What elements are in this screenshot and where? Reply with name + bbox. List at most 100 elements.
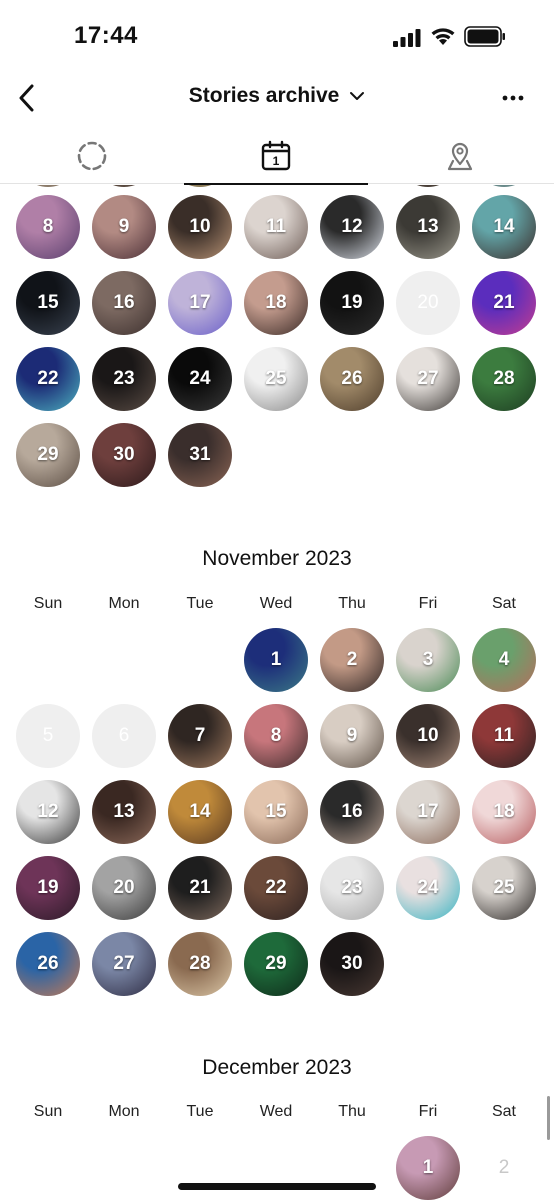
day-number: 17 <box>189 292 211 313</box>
day-number: 29 <box>37 444 59 465</box>
story-day-thumbnail[interactable]: 29 <box>16 423 80 487</box>
day-number: 11 <box>493 725 515 746</box>
story-day-thumbnail[interactable]: 10 <box>396 704 460 768</box>
story-day-thumbnail[interactable]: 31 <box>168 423 232 487</box>
story-day-thumbnail[interactable]: 1 <box>396 1136 460 1200</box>
story-day-thumbnail[interactable]: 25 <box>472 856 536 920</box>
story-day-thumbnail[interactable]: 15 <box>244 780 308 844</box>
story-day-thumbnail[interactable]: 14 <box>168 780 232 844</box>
more-options-button[interactable] <box>498 84 528 112</box>
page-title: Stories archive <box>188 84 340 107</box>
calendar-cell: 2 <box>314 622 390 698</box>
story-day-thumbnail[interactable]: 16 <box>92 271 156 335</box>
story-day-thumbnail[interactable]: 18 <box>244 271 308 335</box>
story-day-thumbnail[interactable]: 12 <box>16 780 80 844</box>
day-number: 20 <box>417 292 439 313</box>
story-day-thumbnail[interactable]: 25 <box>244 347 308 411</box>
story-day-thumbnail[interactable]: 11 <box>472 704 536 768</box>
archive-title-dropdown[interactable]: Stories archive <box>0 84 554 108</box>
story-day-thumbnail[interactable]: 19 <box>16 856 80 920</box>
story-day-thumbnail[interactable]: 14 <box>472 195 536 259</box>
story-day-thumbnail[interactable]: 24 <box>168 347 232 411</box>
calendar-cell: 30 <box>86 417 162 493</box>
day-number: 4 <box>498 649 510 670</box>
story-day-thumbnail[interactable]: 19 <box>320 271 384 335</box>
calendar-cell: 17 <box>390 774 466 850</box>
story-day-thumbnail[interactable]: 26 <box>16 932 80 996</box>
story-day-thumbnail[interactable]: 15 <box>16 271 80 335</box>
story-day-thumbnail[interactable]: 3 <box>396 628 460 692</box>
story-day-thumbnail[interactable]: 24 <box>396 856 460 920</box>
weekday-label: Tue <box>186 595 214 612</box>
story-day-thumbnail[interactable]: 30 <box>320 932 384 996</box>
day-number: 22 <box>37 368 59 389</box>
dashed-circle-icon <box>77 141 107 171</box>
story-day-thumbnail[interactable]: 27 <box>92 932 156 996</box>
calendar-day: 2 <box>472 1136 536 1200</box>
story-day-thumbnail[interactable]: 11 <box>244 195 308 259</box>
calendar-scroll-area[interactable]: 8 9 10 11 12 13 14 15 16 17 18 19 20 21 22 23 24 25 26 27 28… <box>0 185 554 1200</box>
story-day-thumbnail[interactable]: 28 <box>168 932 232 996</box>
story-day-thumbnail[interactable]: 27 <box>396 347 460 411</box>
archive-tabs: 1 <box>0 128 554 185</box>
calendar-day: 20 <box>396 271 460 335</box>
story-day-thumbnail[interactable]: 8 <box>244 704 308 768</box>
story-day-thumbnail[interactable]: 16 <box>320 780 384 844</box>
day-number: 1 <box>422 1157 434 1178</box>
calendar-cell: 10 <box>162 189 238 265</box>
tab-stories[interactable] <box>0 128 184 184</box>
chevron-down-icon <box>350 92 365 101</box>
calendar-cell: 1 <box>390 1130 466 1200</box>
story-day-thumbnail[interactable]: 9 <box>320 704 384 768</box>
story-day-thumbnail[interactable]: 28 <box>472 347 536 411</box>
weekday-label: Fri <box>418 1103 438 1120</box>
calendar-cell: 6 <box>86 698 162 774</box>
story-day-thumbnail[interactable]: 23 <box>92 347 156 411</box>
story-day-thumbnail[interactable]: 10 <box>168 195 232 259</box>
day-number: 10 <box>417 725 439 746</box>
calendar-cell: 31 <box>162 417 238 493</box>
story-day-thumbnail[interactable]: 20 <box>92 856 156 920</box>
day-number: 11 <box>265 216 287 237</box>
calendar-cell: 9 <box>86 189 162 265</box>
calendar-cell: 21 <box>466 265 542 341</box>
story-day-thumbnail[interactable]: 21 <box>472 271 536 335</box>
story-day-thumbnail[interactable]: 13 <box>396 195 460 259</box>
calendar-cell: 15 <box>10 265 86 341</box>
story-day-thumbnail[interactable]: 21 <box>168 856 232 920</box>
story-day-thumbnail[interactable]: 17 <box>396 780 460 844</box>
story-day-thumbnail[interactable]: 23 <box>320 856 384 920</box>
story-day-thumbnail[interactable]: 30 <box>92 423 156 487</box>
story-day-thumbnail[interactable]: 18 <box>472 780 536 844</box>
calendar-cell: 27 <box>86 926 162 1002</box>
story-day-thumbnail[interactable]: 26 <box>320 347 384 411</box>
calendar-cell: 28 <box>162 926 238 1002</box>
story-day-thumbnail[interactable]: 17 <box>168 271 232 335</box>
day-number: 9 <box>346 725 358 746</box>
story-day-thumbnail[interactable]: 13 <box>92 780 156 844</box>
story-day-thumbnail[interactable]: 7 <box>168 704 232 768</box>
tab-calendar[interactable]: 1 <box>184 128 368 185</box>
calendar-cell: 24 <box>162 341 238 417</box>
day-number: 7 <box>194 725 206 746</box>
story-day-thumbnail[interactable]: 9 <box>92 195 156 259</box>
story-day-thumbnail[interactable]: 8 <box>16 195 80 259</box>
day-number: 26 <box>37 953 59 974</box>
calendar-cell: 12 <box>314 189 390 265</box>
story-day-thumbnail[interactable]: 29 <box>244 932 308 996</box>
story-day-thumbnail[interactable]: 2 <box>320 628 384 692</box>
calendar-cell: 13 <box>86 774 162 850</box>
calendar-cell: 8 <box>10 189 86 265</box>
story-day-thumbnail[interactable]: 22 <box>16 347 80 411</box>
story-day-thumbnail[interactable]: 4 <box>472 628 536 692</box>
tab-map[interactable] <box>368 128 552 184</box>
story-day-thumbnail[interactable]: 22 <box>244 856 308 920</box>
story-day-thumbnail[interactable]: 1 <box>244 628 308 692</box>
day-number: 6 <box>118 725 130 746</box>
day-number: 9 <box>118 216 130 237</box>
story-thumbnail <box>92 185 156 187</box>
calendar-cell: 7 <box>162 698 238 774</box>
month-title-december: December 2023 <box>202 1056 352 1079</box>
story-day-thumbnail[interactable]: 12 <box>320 195 384 259</box>
story-thumbnail <box>168 185 232 187</box>
